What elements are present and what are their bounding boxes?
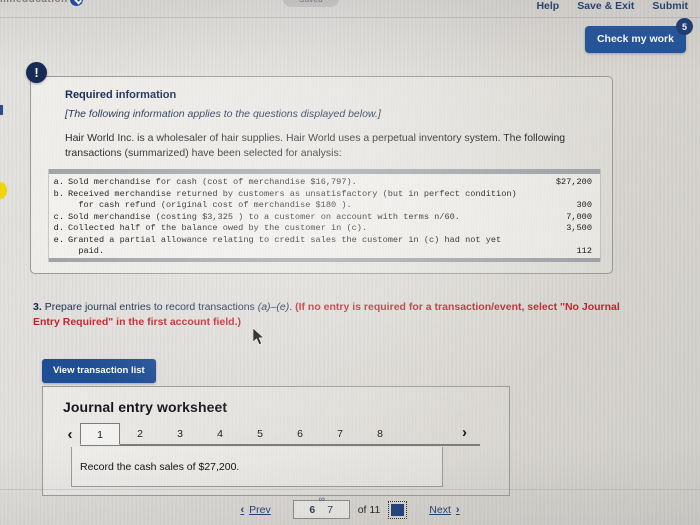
grid-icon[interactable] [388,500,408,519]
transaction-amount: 7,000 [566,211,592,222]
exclamation-icon: ! [26,62,47,83]
transaction-letter: c. [53,211,64,222]
check-my-work-button[interactable]: Check my work [584,26,686,53]
transaction-amount: $27,200 [555,177,592,187]
transaction-description: Granted a partial allowance relating to … [68,234,502,245]
required-information-title: Required information [65,89,177,101]
transaction-letter: e. [53,234,64,245]
transaction-table-top-bar [49,169,600,174]
worksheet-tab-6[interactable]: 6 [280,423,320,445]
top-links: Help Save & Exit Submit [536,0,688,12]
required-information-subtitle: [The following information applies to th… [65,108,381,120]
transaction-row: c. Sold merchandise (costing $3,325 ) to … [49,212,600,224]
page-number-input[interactable]: ∞ 6 7 [292,494,350,519]
worksheet-title: Journal entry worksheet [63,399,228,415]
page-of-label: of 11 [358,504,381,516]
worksheet-tab-strip: 12345678 [80,423,480,446]
worksheet-prev-arrow-icon[interactable]: ‹ [60,427,80,442]
worksheet-tabs: ‹ 12345678 [60,423,480,446]
worksheet-tab-3[interactable]: 3 [160,423,200,445]
check-my-work-wrapper: Check my work 5 [584,18,693,53]
next-label: Next [429,503,451,516]
page-secondary: 7 [327,503,334,516]
transaction-row: d. Collected half of the balance owed by … [49,223,600,235]
transaction-table: a. Sold merchandise for cash (cost of mer… [48,169,601,262]
worksheet-tab-filler [400,423,480,445]
transaction-description: Received merchandise returned by custome… [68,188,517,199]
brand-logo-icon [70,0,83,6]
prev-page-button[interactable]: ‹ Prev [240,504,270,516]
transaction-table-bottom-bar [49,258,600,262]
of-word: of [357,503,367,516]
transaction-amount: 112 [576,246,592,256]
view-transaction-list-button[interactable]: View transaction list [42,359,156,383]
question-3: 3. Prepare journal entries to record tra… [33,300,633,330]
next-chevron-icon: › [455,503,460,516]
transaction-letter: d. [53,223,64,233]
worksheet-tab-5[interactable]: 5 [240,423,280,445]
question-range-b: (e) [276,301,290,313]
transaction-row: b. for cash refund (original cost of mer… [49,200,600,212]
question-range-a: (a) [257,301,271,313]
help-link[interactable]: Help [536,0,559,12]
transaction-description: for cash refund (original cost of mercha… [68,200,352,210]
transaction-amount: 3,500 [566,223,592,233]
transaction-row: b. Received merchandise returned by custo… [49,189,600,201]
page-total: 11 [369,503,381,516]
worksheet-record-text: Record the cash sales of $27,200. [80,461,240,473]
transaction-row: e. paid.112 [49,246,600,258]
worksheet-tab-8[interactable]: 8 [360,423,400,445]
worksheet-tab-2[interactable]: 2 [120,423,160,445]
bottom-divider [0,489,700,490]
check-my-work-count-badge: 5 [676,18,693,35]
question-number: 3. [33,301,42,313]
question-stem: Prepare journal entries to record transa… [44,301,258,313]
top-bar: mheducation Saved Help Save & Exit Submi… [0,0,700,18]
transaction-letter: a. [53,177,64,187]
worksheet-tab-1[interactable]: 1 [80,423,120,445]
brand-wordmark: mheducation [0,0,68,5]
submit-link[interactable]: Submit [652,0,688,12]
grid-icon-glyph [391,503,405,516]
worksheet-tab-4[interactable]: 4 [200,423,240,445]
transaction-rows: a. Sold merchandise for cash (cost of mer… [49,177,600,258]
transaction-letter: b. [53,188,64,199]
save-and-exit-link[interactable]: Save & Exit [577,0,634,12]
transaction-description: paid. [68,246,105,256]
saved-badge: Saved [283,0,339,7]
transaction-row: a. Sold merchandise for cash (cost of mer… [49,177,600,189]
worksheet-next-arrow-icon[interactable]: › [462,424,467,441]
worksheet-tab-7[interactable]: 7 [320,423,360,445]
link-icon: ∞ [318,494,325,504]
top-divider [0,17,700,18]
transaction-description: Collected half of the balance owed by th… [68,223,368,233]
required-information-body: Hair World Inc. is a wholesaler of hair … [65,132,566,159]
prev-chevron-icon: ‹ [240,503,245,516]
transaction-description: Sold merchandise (costing $3,325 ) to a … [68,211,460,222]
bottom-navigation: ‹ Prev ∞ 6 7 of 11 Next › [0,494,700,525]
transaction-description: Sold merchandise for cash (cost of merch… [68,177,357,187]
transaction-amount: 300 [576,200,592,210]
prev-label: Prev [249,503,271,516]
left-edge-marker [0,105,3,115]
page-current: 6 [309,503,316,516]
next-page-button[interactable]: Next › [429,504,459,516]
transaction-row: e. Granted a partial allowance relating t… [49,235,600,247]
